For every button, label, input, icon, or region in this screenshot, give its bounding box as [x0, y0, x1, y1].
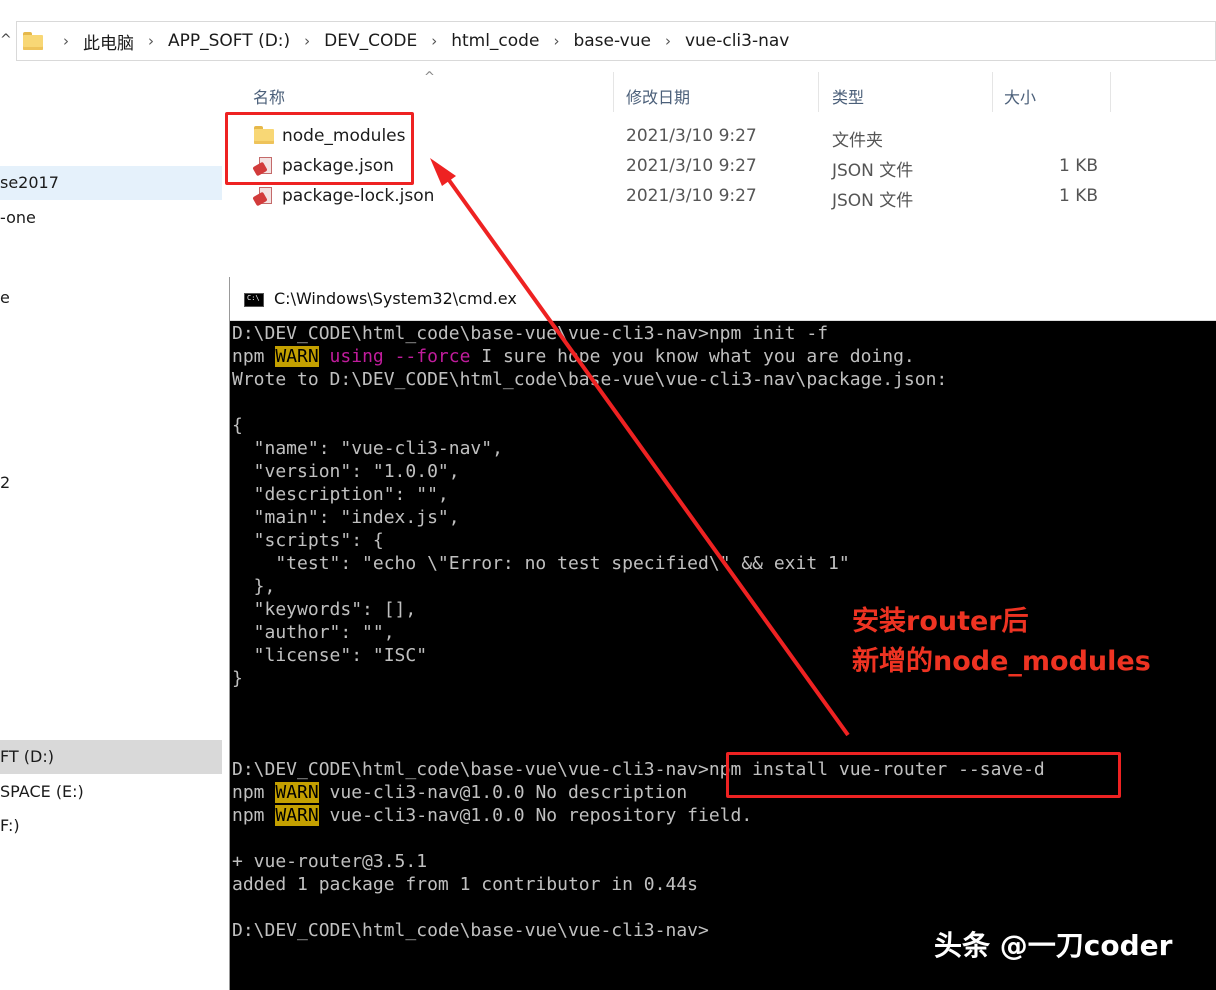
- terminal-line: "description": "",: [232, 484, 449, 505]
- terminal-line: added 1 package from 1 contributor in 0.…: [232, 874, 698, 895]
- chevron-right-icon[interactable]: ›: [431, 32, 437, 50]
- nav-item[interactable]: se2017: [0, 166, 222, 200]
- column-header-size[interactable]: 大小: [1004, 84, 1036, 108]
- screenshot-root: { "explorer": { "breadcrumb": ["此电脑", "A…: [0, 0, 1216, 990]
- terminal-line: "test": "echo \"Error: no test specified…: [232, 553, 850, 574]
- cmd-icon: [244, 293, 264, 307]
- cmd-title: C:\Windows\System32\cmd.ex: [274, 289, 517, 308]
- terminal-line: "scripts": {: [232, 530, 384, 551]
- file-date: 2021/3/10 9:27: [626, 126, 757, 146]
- column-divider[interactable]: [818, 72, 819, 112]
- watermark: 头条 @一刀coder: [934, 929, 1173, 962]
- nav-item-label: F:): [0, 816, 20, 835]
- file-type: 文件夹: [832, 131, 883, 151]
- column-divider[interactable]: [613, 72, 614, 112]
- terminal-line: npm WARN using --force I sure hope you k…: [232, 345, 915, 368]
- nav-item-label: 2: [0, 473, 11, 492]
- nav-item-label: SPACE (E:): [0, 782, 84, 801]
- navigation-pane: se2017 -one e 2 FT (D:) SPACE (E:) F:): [0, 62, 222, 990]
- warn-badge: WARN: [275, 805, 319, 826]
- terminal-line: },: [232, 576, 276, 597]
- terminal-line: "license": "ISC": [232, 645, 428, 666]
- highlight-box-files: [225, 112, 414, 185]
- terminal-line: D:\DEV_CODE\html_code\base-vue\vue-cli3-…: [232, 920, 709, 941]
- file-size: 1 KB: [1058, 186, 1098, 206]
- nav-item[interactable]: e: [0, 281, 222, 315]
- nav-item-label: se2017: [0, 173, 59, 192]
- terminal-text: npm: [232, 805, 276, 826]
- column-header-date[interactable]: 修改日期: [626, 84, 690, 108]
- nav-item-label: e: [0, 288, 10, 307]
- breadcrumb-item[interactable]: 此电脑: [83, 29, 134, 54]
- chevron-right-icon: ›: [63, 32, 69, 50]
- nav-item[interactable]: -one: [0, 201, 222, 235]
- folder-icon: [23, 32, 43, 50]
- sort-up-icon: ^: [424, 70, 435, 85]
- file-type: JSON 文件: [832, 191, 914, 211]
- annotation-line-1: 安装router后: [852, 606, 1029, 637]
- terminal-line: "version": "1.0.0",: [232, 461, 460, 482]
- terminal-text: vue-cli3-nav@1.0.0 No repository field.: [318, 805, 753, 826]
- column-divider[interactable]: [1110, 72, 1111, 112]
- address-bar[interactable]: › 此电脑 › APP_SOFT (D:) › DEV_CODE › html_…: [16, 21, 1216, 61]
- breadcrumb-item[interactable]: APP_SOFT (D:): [168, 31, 290, 51]
- highlight-box-command: [726, 752, 1121, 798]
- breadcrumb-item[interactable]: base-vue: [573, 31, 651, 51]
- terminal-line: "name": "vue-cli3-nav",: [232, 438, 503, 459]
- terminal-line: npm WARN vue-cli3-nav@1.0.0 No repositor…: [232, 804, 752, 827]
- terminal-line: "author": "",: [232, 622, 395, 643]
- chevron-right-icon[interactable]: ›: [665, 32, 671, 50]
- nav-item-label: FT (D:): [0, 747, 54, 766]
- column-header-name[interactable]: 名称: [253, 84, 285, 108]
- chevron-right-icon[interactable]: ›: [304, 32, 310, 50]
- terminal-text: using --force: [318, 346, 471, 367]
- warn-badge: WARN: [275, 782, 319, 803]
- chevron-right-icon[interactable]: ›: [553, 32, 559, 50]
- file-date: 2021/3/10 9:27: [626, 156, 757, 176]
- terminal-line: Wrote to D:\DEV_CODE\html_code\base-vue\…: [232, 369, 948, 390]
- file-name: package-lock.json: [282, 186, 435, 206]
- terminal-line: "keywords": [],: [232, 599, 417, 620]
- terminal-line: }: [232, 668, 243, 689]
- annotation-line-2: 新增的node_modules: [852, 646, 1151, 677]
- file-date: 2021/3/10 9:27: [626, 186, 757, 206]
- column-header-type[interactable]: 类型: [832, 84, 864, 108]
- breadcrumb-item[interactable]: html_code: [451, 31, 539, 51]
- terminal-line: "main": "index.js",: [232, 507, 460, 528]
- terminal-text: npm: [232, 346, 276, 367]
- terminal-output[interactable]: D:\DEV_CODE\html_code\base-vue\vue-cli3-…: [230, 321, 1216, 941]
- breadcrumb-item[interactable]: DEV_CODE: [324, 31, 417, 51]
- nav-item-drive-e[interactable]: SPACE (E:): [0, 775, 222, 809]
- file-type: JSON 文件: [832, 161, 914, 181]
- terminal-line: D:\DEV_CODE\html_code\base-vue\vue-cli3-…: [232, 323, 829, 344]
- column-divider[interactable]: [992, 72, 993, 112]
- nav-item-drive-f[interactable]: F:): [0, 809, 222, 843]
- nav-item[interactable]: 2: [0, 466, 222, 500]
- terminal-text: I sure hope you know what you are doing.: [470, 346, 915, 367]
- terminal-text: vue-cli3-nav@1.0.0 No description: [318, 782, 688, 803]
- cmd-title-bar[interactable]: C:\Windows\System32\cmd.ex: [230, 277, 1216, 321]
- terminal-text: npm: [232, 782, 276, 803]
- json-file-icon: [252, 186, 276, 208]
- cmd-window[interactable]: C:\Windows\System32\cmd.ex D:\DEV_CODE\h…: [229, 277, 1216, 990]
- chevron-up-icon[interactable]: ^: [0, 32, 12, 48]
- file-row[interactable]: package-lock.json 2021/3/10 9:27 JSON 文件…: [250, 182, 1150, 212]
- file-size: 1 KB: [1058, 156, 1098, 176]
- nav-item-drive-d[interactable]: FT (D:): [0, 740, 222, 774]
- chevron-right-icon[interactable]: ›: [148, 32, 154, 50]
- nav-item-label: -one: [0, 208, 36, 227]
- terminal-line: npm WARN vue-cli3-nav@1.0.0 No descripti…: [232, 781, 687, 804]
- breadcrumb-item[interactable]: vue-cli3-nav: [685, 31, 789, 51]
- warn-badge: WARN: [275, 346, 319, 367]
- terminal-line: + vue-router@3.5.1: [232, 851, 428, 872]
- terminal-line: {: [232, 415, 243, 436]
